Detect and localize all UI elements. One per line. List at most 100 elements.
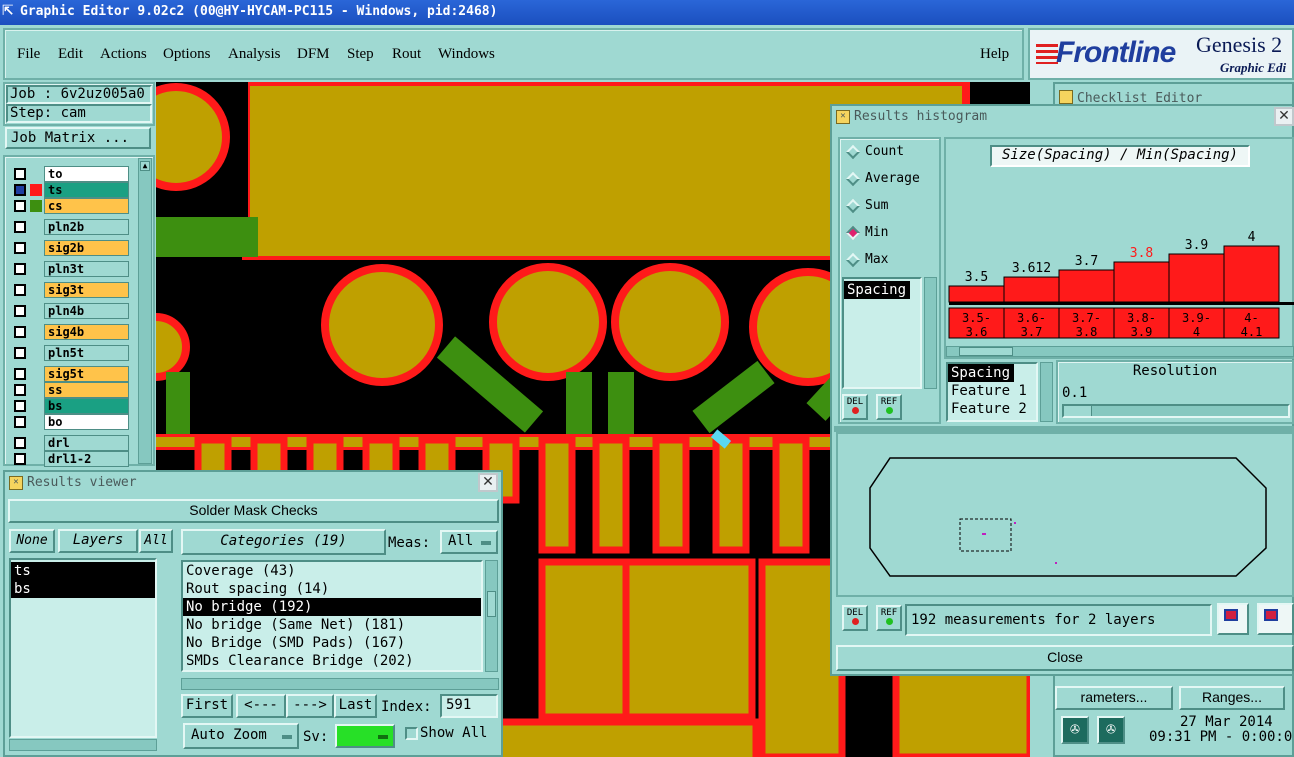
layer-checkbox[interactable] <box>14 400 26 412</box>
measure-item[interactable]: Spacing <box>844 281 911 299</box>
category-vscroll[interactable] <box>485 560 498 672</box>
first-button[interactable]: First <box>181 694 233 718</box>
category-hscroll[interactable] <box>181 678 499 690</box>
layer-checkbox[interactable] <box>14 221 26 233</box>
layer-row-ts[interactable]: ts <box>12 182 129 198</box>
menu-edit[interactable]: Edit <box>58 46 83 63</box>
layer-name[interactable]: ts <box>44 182 129 198</box>
show-all-checkbox[interactable] <box>405 727 418 740</box>
run-icon[interactable]: ✇ <box>1061 716 1089 744</box>
histogram-bar[interactable] <box>1113 261 1170 303</box>
layer-row-sig2b[interactable]: sig2b <box>12 240 129 256</box>
layers-button[interactable]: Layers <box>58 529 138 553</box>
radio-diamond-icon[interactable] <box>845 144 861 160</box>
category-list[interactable]: Coverage (43) Rout spacing (14) No bridge … <box>181 560 483 672</box>
preview-del-button[interactable]: DEL <box>842 605 868 631</box>
layer-name[interactable]: pln3t <box>44 261 129 277</box>
menu-windows[interactable]: Windows <box>438 46 495 63</box>
job-matrix-button[interactable]: Job Matrix ... <box>5 127 151 149</box>
histogram-bar[interactable] <box>1168 253 1225 303</box>
menu-dfm[interactable]: DFM <box>297 46 330 63</box>
layer-name[interactable]: pln4b <box>44 303 129 319</box>
layer-checkbox[interactable] <box>14 384 26 396</box>
menu-options[interactable]: Options <box>163 46 211 63</box>
layer-checkbox[interactable] <box>14 416 26 428</box>
layer-name[interactable]: bo <box>44 414 129 430</box>
layer-row-pln3t[interactable]: pln3t <box>12 261 129 277</box>
layer-row-sig5t[interactable]: sig5t <box>12 366 129 382</box>
layer-name[interactable]: sig4b <box>44 324 129 340</box>
menu-analysis[interactable]: Analysis <box>228 46 281 63</box>
ref-button[interactable]: REF <box>876 394 902 420</box>
layer-row-to[interactable]: to <box>12 166 129 182</box>
radio-diamond-icon[interactable] <box>845 252 861 268</box>
measure-vscroll[interactable] <box>924 277 937 389</box>
layer-affected-marker[interactable] <box>30 184 42 196</box>
layer-checkbox[interactable] <box>14 368 26 380</box>
zoom-home-icon[interactable] <box>1257 603 1294 635</box>
layer-name[interactable]: sig2b <box>44 240 129 256</box>
category-item[interactable]: No Bridge (SMD Pads) (167) <box>183 634 481 652</box>
feature-item[interactable]: Feature 2 <box>948 400 1036 418</box>
histogram-bar[interactable] <box>1223 245 1280 303</box>
meas-dropdown[interactable]: All <box>440 530 498 554</box>
layer-checkbox[interactable] <box>14 242 26 254</box>
solder-mask-checks-header[interactable]: Solder Mask Checks <box>8 499 499 523</box>
feature-list[interactable]: Spacing Feature 1 Feature 2 <box>946 362 1038 422</box>
zoom-to-result-icon[interactable] <box>1217 603 1249 635</box>
layer-name[interactable]: cs <box>44 198 129 214</box>
layer-name[interactable]: pln2b <box>44 219 129 235</box>
histogram-close-button[interactable]: Close <box>836 645 1294 671</box>
stop-icon[interactable]: ✇ <box>1097 716 1125 744</box>
layer-checkbox[interactable] <box>14 437 26 449</box>
close-icon[interactable]: ✕ <box>1274 107 1294 126</box>
del-button[interactable]: DEL <box>842 394 868 420</box>
result-layer-item[interactable]: bs <box>11 580 155 598</box>
radio-diamond-icon[interactable] <box>845 225 861 241</box>
layer-checkbox[interactable] <box>14 284 26 296</box>
parameters-button[interactable]: rameters... <box>1055 686 1173 710</box>
feature-item[interactable]: Feature 1 <box>948 382 1036 400</box>
radio-diamond-icon[interactable] <box>845 198 861 214</box>
category-item[interactable]: No bridge (Same Net) (181) <box>183 616 481 634</box>
radio-diamond-icon[interactable] <box>845 171 861 187</box>
layer-row-pln5t[interactable]: pln5t <box>12 345 129 361</box>
resolution-slider[interactable] <box>1062 404 1290 418</box>
layer-checkbox[interactable] <box>14 347 26 359</box>
layer-name[interactable]: bs <box>44 398 129 414</box>
layer-row-pln4b[interactable]: pln4b <box>12 303 129 319</box>
histogram-bar[interactable] <box>1058 269 1115 303</box>
menu-rout[interactable]: Rout <box>392 46 421 63</box>
layer-checkbox[interactable] <box>14 200 26 212</box>
sv-color-dropdown[interactable] <box>335 724 395 748</box>
menu-step[interactable]: Step <box>347 46 374 63</box>
mode-radio-count[interactable]: Count <box>844 142 940 162</box>
categories-button[interactable]: Categories (19) <box>181 529 386 555</box>
layer-name[interactable]: sig3t <box>44 282 129 298</box>
ranges-button[interactable]: Ranges... <box>1179 686 1285 710</box>
window-menu-icon[interactable]: ✕ <box>9 476 23 490</box>
previous-button[interactable]: <--- <box>236 694 286 718</box>
category-item[interactable]: No bridge (192) <box>183 598 481 616</box>
result-layer-item[interactable]: ts <box>11 562 155 580</box>
layer-name[interactable]: drl <box>44 435 129 451</box>
preview-ref-button[interactable]: REF <box>876 605 902 631</box>
layer-checkbox[interactable] <box>14 453 26 465</box>
last-button[interactable]: Last <box>334 694 377 718</box>
chart-hscroll[interactable] <box>946 346 1294 357</box>
auto-zoom-dropdown[interactable]: Auto Zoom <box>183 723 299 749</box>
layer-checkbox[interactable] <box>14 184 26 196</box>
layer-name[interactable]: to <box>44 166 129 182</box>
mode-radio-min[interactable]: Min <box>844 223 940 243</box>
category-item[interactable]: Coverage (43) <box>183 562 481 580</box>
layer-checkbox[interactable] <box>14 305 26 317</box>
window-menu-icon[interactable]: ✕ <box>836 110 850 124</box>
layer-row-pln2b[interactable]: pln2b <box>12 219 129 235</box>
layer-row-ss[interactable]: ss <box>12 382 129 398</box>
feature-vscroll[interactable] <box>1040 362 1053 422</box>
layer-name[interactable]: pln5t <box>44 345 129 361</box>
layer-checkbox[interactable] <box>14 168 26 180</box>
close-icon[interactable]: ✕ <box>478 473 498 492</box>
layer-row-drl1-2[interactable]: drl1-2 <box>12 451 129 467</box>
measure-list[interactable]: Spacing <box>842 277 922 389</box>
